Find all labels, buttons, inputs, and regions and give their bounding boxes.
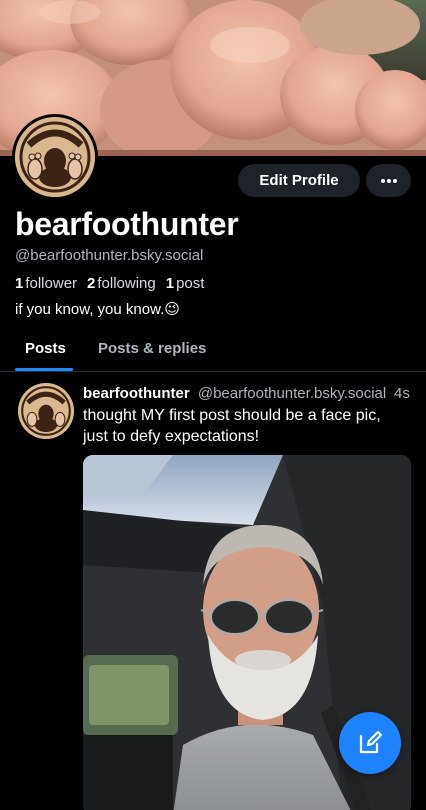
post-text: thought MY first post should be a face p…: [83, 407, 381, 445]
profile-handle: @bearfoothunter.bsky.social: [15, 247, 204, 264]
profile-stats: 1 follower 2 following 1 post: [15, 275, 204, 292]
following-count: 2: [87, 275, 96, 292]
edit-profile-button[interactable]: Edit Profile: [238, 164, 360, 197]
followers-count: 1: [15, 275, 24, 292]
followers-label: follower: [25, 275, 78, 292]
compose-pencil-icon: [359, 730, 383, 754]
following-label: following: [97, 275, 156, 292]
followers-stat[interactable]: 1 follower: [15, 275, 77, 292]
bearfoot-logo-icon: [15, 117, 95, 197]
bearfoot-logo-icon: [18, 383, 74, 439]
post-author-avatar[interactable]: [18, 383, 74, 439]
tab-posts[interactable]: Posts: [25, 340, 66, 357]
following-stat[interactable]: 2 following: [87, 275, 156, 292]
tab-posts-and-replies[interactable]: Posts & replies: [98, 340, 206, 357]
profile-display-name: bearfoothunter: [15, 206, 239, 242]
edit-profile-label: Edit Profile: [259, 172, 339, 189]
more-horizontal-icon: [380, 178, 397, 183]
compose-button[interactable]: [339, 712, 401, 774]
post-author-name[interactable]: bearfoothunter: [83, 385, 190, 402]
profile-avatar[interactable]: [12, 114, 98, 200]
more-options-button[interactable]: [366, 164, 411, 197]
posts-stat: 1 post: [166, 275, 205, 292]
profile-tabs: Posts Posts & replies: [0, 330, 426, 372]
posts-label: post: [176, 275, 205, 292]
post-timestamp[interactable]: 4s: [394, 385, 410, 402]
post-header: bearfoothunter @bearfoothunter.bsky.soci…: [83, 385, 386, 402]
post-author-handle[interactable]: @bearfoothunter.bsky.social: [198, 385, 386, 402]
profile-bio: if you know, you know.😉: [15, 301, 180, 318]
posts-count: 1: [165, 275, 175, 292]
active-tab-indicator: [15, 368, 73, 371]
